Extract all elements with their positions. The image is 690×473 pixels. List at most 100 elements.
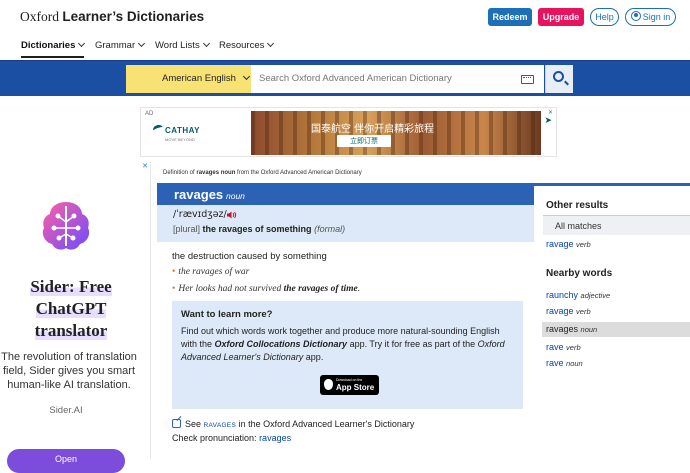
keyboard-icon[interactable] [521,75,534,84]
example-text: the ravages of war [178,267,250,277]
learn-more-text: Find out which words work together and p… [181,325,511,364]
grammar-code: [plural] [173,224,201,234]
top-header: Oxford Learner’s Dictionaries Redeem Upg… [0,0,690,36]
logo-main: Learner’s Dictionaries [62,9,205,24]
example-text: Her looks had not survived [178,284,284,294]
cathay-logo-icon [151,123,165,135]
learn-text-part: app. [303,352,324,362]
help-button[interactable]: Help [590,8,619,26]
register-label: (formal) [314,224,346,234]
external-link-icon [172,419,181,428]
bullet-icon: • [172,267,176,277]
side-ad-title: Sider: Free ChatGPT translator [8,276,134,342]
chevron-down-icon [267,39,275,48]
collocations-name: Oxford Collocations Dictionary [214,339,348,349]
grammar-line: [plural] the ravages of something (forma… [173,224,345,234]
side-ad-brand: Sider.AI [49,405,83,416]
ad-brand-tagline: MOVE BEYOND [165,137,195,142]
nearby-word-item[interactable]: rave verb [546,342,581,352]
dictionary-select[interactable]: American English [126,65,251,93]
nearby-word-item[interactable]: ravage verb [546,306,591,316]
source-suffix: from the Oxford Advanced American Dictio… [235,170,362,176]
site-logo[interactable]: Oxford Learner’s Dictionaries [20,9,204,25]
nav-grammar[interactable]: Grammar [95,39,146,58]
nearby-word: rave [546,358,564,368]
example-sentence: • the ravages of war [172,267,249,277]
search-button[interactable] [545,65,573,93]
speaker-icon[interactable] [227,211,237,219]
side-ad-body: The revolution of translation field, Sid… [1,351,137,391]
side-ad-title-line: Sider: Free [30,277,112,296]
nearby-pos: adjective [580,291,611,300]
top-banner-ad[interactable]: AD CATHAY MOVE BEYOND 国泰航空 伴你开启精彩旅程 立即订票… [140,107,557,157]
search-icon [553,71,564,82]
redeem-button[interactable]: Redeem [488,8,532,26]
side-ad-title-line: translator [34,321,108,340]
nearby-word: rave [546,342,564,352]
all-matches-button[interactable]: All matches [543,215,690,235]
nearby-pos: verb [566,343,581,352]
ad-arrow-icon: ➤ [544,115,552,125]
nav-dictionaries[interactable]: Dictionaries [21,39,86,58]
side-ad[interactable]: ✕ Sider: Free ChatGPT translator The rev… [0,162,151,473]
nearby-word: raunchy [546,290,579,300]
other-results-title: Other results [546,200,609,211]
brain-logo-icon [42,202,90,250]
ad-close-icon[interactable]: ✕ [142,162,148,170]
chevron-down-icon [138,39,146,48]
nearby-pos: noun [566,359,583,368]
part-of-speech: noun [226,191,245,201]
app-store-small: Download on the [336,378,363,382]
result-word: ravage [546,239,574,249]
example-tail: . [357,284,361,294]
example-sentence: • Her looks had not survived the ravages … [172,284,360,294]
example-bold: the ravages of time [283,284,358,294]
search-input[interactable] [251,65,544,93]
ad-brand: CATHAY [165,126,201,135]
phonetic: /ˈrævɪdʒəz/ [173,209,227,220]
nearby-word-item[interactable]: raunchy adjective [546,290,610,300]
main-nav: Dictionaries Grammar Word Lists Resource… [0,36,690,60]
ad-cta-button[interactable]: 立即订票 [337,135,391,147]
nearby-word-item[interactable]: rave noun [546,358,583,368]
nav-label: Grammar [95,40,136,51]
learn-more-title: Want to learn more? [181,309,273,320]
result-pos: verb [576,240,591,249]
definition-source: Definition of ravages noun from the Oxfo… [163,170,362,176]
side-ad-open-button[interactable]: Open [7,449,125,473]
usage-phrase: the ravages of something [202,224,312,234]
entry-header: ravages noun [157,183,534,205]
see-link[interactable]: RAVAGES [204,422,237,429]
upgrade-button[interactable]: Upgrade [538,8,584,26]
learn-more-box: Want to learn more? Find out which words… [172,301,523,409]
logo-prefix: Oxford [20,9,63,24]
nearby-pos: verb [576,307,591,316]
search-bar: American English [0,60,690,96]
bullet-icon: • [172,284,176,294]
nav-label: Dictionaries [21,40,76,51]
sign-in-button[interactable]: Sign in [625,8,676,26]
nav-label: Word Lists [155,40,200,51]
user-icon [630,11,641,21]
chevron-down-icon [78,39,86,48]
app-store-button[interactable]: Download on the App Store [320,375,379,395]
pron-prefix: Check pronunciation: [172,433,260,443]
ad-headline: 国泰航空 伴你开启精彩旅程 [311,124,435,135]
pronunciation-link[interactable]: ravages [259,433,291,443]
source-prefix: Definition of [163,170,197,176]
app-store-big: App Store [336,383,375,392]
check-pronunciation-line: Check pronunciation: ravages [172,433,291,443]
chevron-down-icon [202,39,210,48]
other-result-item[interactable]: ravage verb [546,239,591,249]
ad-label: AD [145,111,154,117]
nearby-word-current: ravages noun [542,322,690,337]
entry-pronunciation: /ˈrævɪdʒəz/ [plural] the ravages of some… [157,205,534,242]
nav-label: Resources [219,40,265,51]
nav-word-lists[interactable]: Word Lists [155,39,210,58]
definition: the destruction caused by something [172,251,327,262]
see-also-line: See RAVAGES in the Oxford Advanced Learn… [172,419,414,429]
nav-resources[interactable]: Resources [219,39,275,58]
nearby-words-title: Nearby words [546,268,613,279]
sign-in-label: Sign in [642,12,671,22]
side-ad-title-line: ChatGPT [35,299,107,318]
